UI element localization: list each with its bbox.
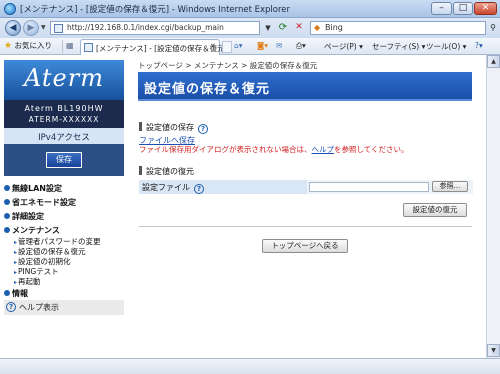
save-section-heading: 設定値の保存?: [139, 122, 208, 134]
maximize-button[interactable]: □: [453, 2, 473, 15]
sidebar-item-label: 詳細設定: [12, 212, 44, 221]
back-to-top-button[interactable]: トップページへ戻る: [262, 239, 348, 253]
help-icon[interactable]: ?▾: [475, 41, 483, 50]
sidebar-item-wireless-lan[interactable]: 無線LAN設定: [4, 183, 62, 194]
tab-page-icon: [84, 43, 93, 52]
sidebar-item-info[interactable]: 情報: [4, 288, 28, 299]
window-titlebar: [メンテナンス] - [設定値の保存＆復元] - Windows Interne…: [0, 0, 500, 18]
history-dropdown-icon[interactable]: ▼: [41, 24, 46, 31]
help-question-icon: ?: [6, 302, 16, 312]
help-display-label: ヘルプ表示: [19, 303, 59, 312]
url-input[interactable]: http://192.168.0.1/index.cgi/backup_main: [50, 21, 260, 35]
refresh-icon[interactable]: ⟳: [276, 21, 290, 35]
help-link[interactable]: ヘルプ: [312, 145, 335, 154]
access-mode: IPv4アクセス: [4, 128, 124, 144]
breadcrumb: トップページ > メンテナンス > 設定値の保存＆復元: [138, 61, 318, 70]
bullet-icon: [4, 199, 10, 205]
page-icon: [54, 24, 63, 33]
url-dropdown-icon[interactable]: ▼: [262, 21, 274, 35]
sidebar-item-label: 情報: [12, 289, 28, 298]
safety-menu[interactable]: セーフティ(S) ▾: [372, 41, 425, 52]
new-tab-button[interactable]: [222, 41, 232, 53]
bullet-icon: [4, 227, 10, 233]
settings-file-row: 設定ファイル? 参照...: [139, 180, 473, 194]
page-menu-label: ページ(P): [324, 42, 357, 51]
settings-file-label: 設定ファイル?: [142, 182, 204, 194]
feed-icon[interactable]: ◙▾: [257, 41, 268, 50]
forward-button[interactable]: ▶: [23, 20, 39, 36]
aterm-logo: Aterm: [4, 60, 124, 100]
mail-icon[interactable]: ✉: [276, 41, 282, 50]
bullet-icon: [4, 213, 10, 219]
help-question-icon[interactable]: ?: [198, 124, 208, 134]
save-area: 保存: [4, 144, 124, 176]
search-icon[interactable]: ⚲: [488, 21, 498, 35]
restore-button[interactable]: 設定値の復元: [403, 203, 467, 217]
page-menu[interactable]: ページ(P) ▾: [324, 41, 363, 52]
save-note: ファイル保存用ダイアログが表示されない場合は、ヘルプを参照してください。: [139, 144, 409, 155]
model-code: ATERM-XXXXXX: [28, 115, 100, 124]
bullet-icon: [4, 185, 10, 191]
tab-label: [メンテナンス] - [設定値の保存＆復元]: [96, 44, 228, 53]
window-title: [メンテナンス] - [設定値の保存＆復元] - Windows Interne…: [20, 5, 291, 15]
close-button[interactable]: ✕: [474, 2, 497, 15]
help-question-icon[interactable]: ?: [194, 184, 204, 194]
ie-icon: [4, 3, 16, 15]
bing-icon: ◆: [314, 23, 321, 32]
back-button[interactable]: ◀: [5, 20, 21, 36]
bullet-icon: [4, 290, 10, 296]
page-title-bar: 設定値の保存＆復元: [138, 72, 472, 101]
save-section-title: 設定値の保存: [146, 123, 194, 132]
file-path-input[interactable]: [309, 182, 429, 192]
search-placeholder: Bing: [325, 23, 343, 32]
save-note-prefix: ファイル保存用ダイアログが表示されない場合は、: [139, 145, 312, 154]
vertical-scrollbar[interactable]: ▲ ▼: [486, 55, 500, 358]
favorites-label: お気に入り: [14, 41, 52, 50]
browser-tab[interactable]: [メンテナンス] - [設定値の保存＆復元] ✕: [80, 39, 228, 55]
sidebar-item-maintenance[interactable]: メンテナンス: [4, 225, 60, 236]
logo-text: Aterm: [24, 64, 104, 92]
sidebar: Aterm Aterm BL190HW ATERM-XXXXXX IPv4アクセ…: [0, 55, 126, 358]
save-button[interactable]: 保存: [46, 152, 82, 168]
browse-button[interactable]: 参照...: [432, 181, 468, 192]
sidebar-item-label: メンテナンス: [12, 226, 60, 235]
tools-menu-label: ツール(O): [426, 42, 461, 51]
search-input[interactable]: ◆ Bing: [310, 21, 486, 35]
print-icon[interactable]: ⎙▾: [296, 41, 306, 51]
sidebar-item-label: 省エネモード設定: [12, 198, 76, 207]
model-info: Aterm BL190HW ATERM-XXXXXX: [4, 100, 124, 128]
url-text: http://192.168.0.1/index.cgi/backup_main: [67, 23, 224, 32]
quick-tabs-icon[interactable]: ▦: [66, 41, 74, 50]
stop-icon[interactable]: ✕: [292, 21, 306, 35]
scroll-up-icon[interactable]: ▲: [487, 55, 500, 68]
status-bar: [0, 358, 500, 374]
sidebar-item-label: 無線LAN設定: [12, 184, 62, 193]
file-input-area: 参照...: [307, 180, 473, 194]
sidebar-item-advanced[interactable]: 詳細設定: [4, 211, 44, 222]
divider: [139, 226, 472, 227]
help-symbol: ?: [475, 41, 479, 50]
favorites-bar: ★ お気に入り ▦ [メンテナンス] - [設定値の保存＆復元] ✕ ⌂▾ ◙▾…: [0, 38, 500, 55]
scroll-down-icon[interactable]: ▼: [487, 344, 500, 357]
restore-section-title: 設定値の復元: [146, 167, 194, 176]
favorites-button[interactable]: ★ お気に入り: [4, 40, 52, 51]
star-icon: ★: [4, 41, 13, 51]
address-bar: ◀ ▶ ▼ http://192.168.0.1/index.cgi/backu…: [0, 18, 500, 38]
help-display[interactable]: ? ヘルプ表示: [4, 300, 124, 315]
tab-close-icon[interactable]: ✕: [210, 42, 216, 50]
separator: [62, 40, 63, 53]
tools-menu[interactable]: ツール(O) ▾: [426, 41, 466, 52]
settings-file-label-text: 設定ファイル: [142, 183, 190, 192]
access-mode-text: IPv4アクセス: [38, 133, 90, 143]
safety-menu-label: セーフティ(S): [372, 42, 420, 51]
model-name: Aterm BL190HW: [24, 104, 104, 113]
restore-section-heading: 設定値の復元: [139, 166, 194, 177]
minimize-button[interactable]: –: [431, 2, 452, 15]
home-icon[interactable]: ⌂▾: [234, 41, 243, 50]
sidebar-item-eco-mode[interactable]: 省エネモード設定: [4, 197, 76, 208]
save-note-suffix: を参照してください。: [334, 145, 409, 154]
submenu-reboot[interactable]: 再起動: [14, 276, 41, 287]
page-title: 設定値の保存＆復元: [144, 82, 271, 97]
